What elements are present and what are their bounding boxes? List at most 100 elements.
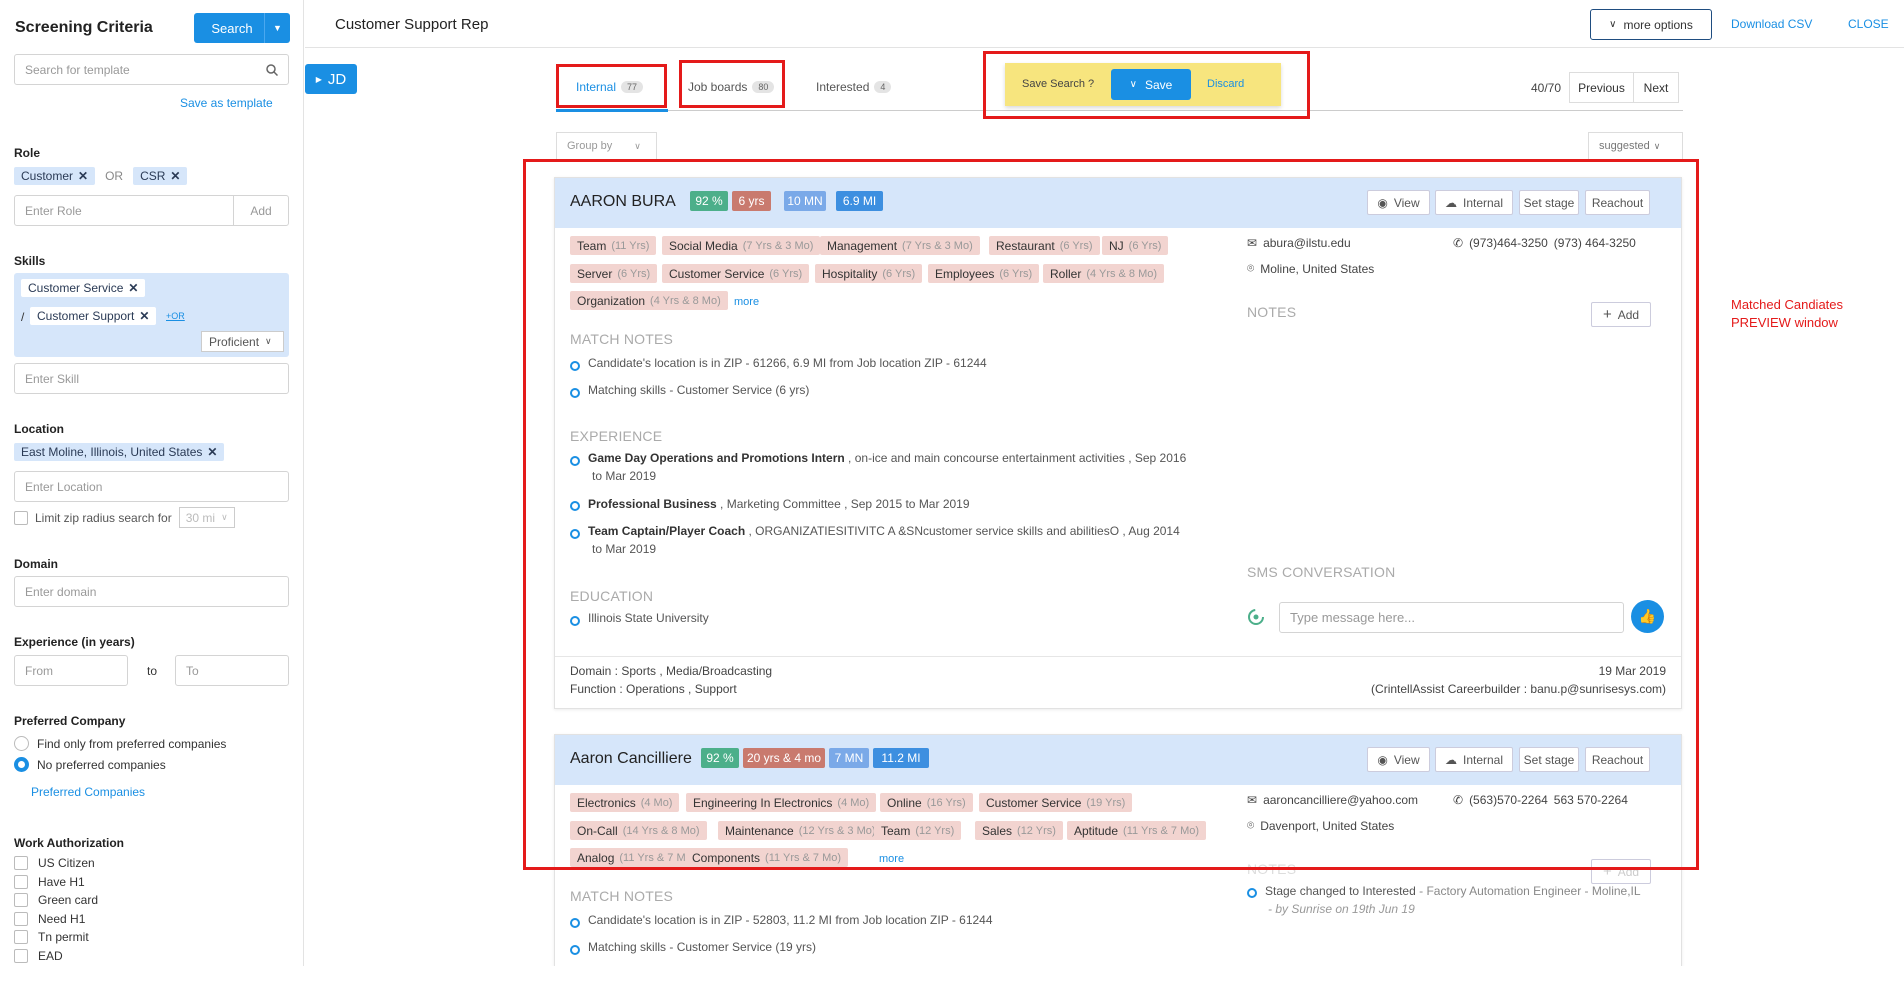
- pagination-controls: Previous Next: [1569, 72, 1679, 103]
- domain-input[interactable]: Enter domain: [14, 576, 289, 607]
- skill-level-value: Proficient: [209, 334, 260, 349]
- location-chip: East Moline, Illinois, United States ✕: [14, 443, 225, 461]
- save-as-template-link[interactable]: Save as template: [180, 96, 273, 110]
- bullet-icon: [570, 945, 580, 955]
- ead-checkbox[interactable]: [14, 948, 28, 963]
- skill-input[interactable]: Enter Skill: [14, 363, 289, 394]
- download-csv-link[interactable]: Download CSV: [1731, 17, 1812, 31]
- annotation-label: Matched Candiates PREVIEW window: [1731, 296, 1843, 332]
- close-link[interactable]: CLOSE: [1848, 17, 1889, 31]
- sort-label: suggested: [1599, 140, 1650, 152]
- jd-button-label: JD: [327, 70, 347, 88]
- previous-label: Previous: [1578, 80, 1625, 95]
- no-preferred-label: No preferred companies: [37, 757, 166, 772]
- location-input[interactable]: Enter Location: [14, 471, 289, 502]
- chevron-down-icon: ∨: [634, 140, 641, 151]
- tn-permit-checkbox[interactable]: [14, 930, 28, 945]
- screening-criteria-sidebar: Screening Criteria Search ▼ Search for t…: [0, 0, 304, 966]
- preferred-companies-link[interactable]: Preferred Companies: [31, 785, 145, 799]
- template-search-input[interactable]: Search for template: [14, 54, 289, 85]
- chevron-down-icon: ∨: [1609, 19, 1617, 30]
- remove-chip-icon[interactable]: ✕: [139, 309, 149, 323]
- role-chip-customer: Customer ✕: [14, 167, 96, 185]
- role-or-text: OR: [105, 169, 124, 183]
- limit-zip-label: Limit zip radius search for: [35, 510, 172, 525]
- previous-button[interactable]: Previous: [1570, 73, 1634, 102]
- preferred-only-radio[interactable]: [14, 736, 29, 751]
- tab-label: Interested: [816, 80, 870, 94]
- tab-interested[interactable]: Interested 4: [816, 80, 892, 94]
- annotation-line-2: PREVIEW window: [1731, 315, 1838, 330]
- more-options-button[interactable]: ∨ more options: [1590, 9, 1712, 40]
- need-h1-checkbox[interactable]: [14, 911, 28, 926]
- tn-permit-label: Tn permit: [38, 930, 89, 945]
- have-h1-checkbox[interactable]: [14, 874, 28, 889]
- limit-zip-checkbox[interactable]: [14, 510, 28, 525]
- green-card-checkbox[interactable]: [14, 893, 28, 908]
- radius-select[interactable]: 30 mi ∨: [178, 507, 235, 528]
- add-role-button[interactable]: Add: [233, 195, 289, 226]
- remove-chip-icon[interactable]: ✕: [170, 169, 180, 183]
- annotation-box-internal-tab: [556, 64, 667, 108]
- experience-label: Experience (in years): [14, 635, 135, 649]
- chevron-down-icon: ∨: [221, 512, 228, 522]
- role-input-placeholder: Enter Role: [25, 203, 82, 218]
- preferred-only-label: Find only from preferred companies: [37, 736, 227, 751]
- location-label: Location: [14, 422, 64, 436]
- need-h1-label: Need H1: [38, 911, 86, 926]
- play-icon: ▶: [315, 74, 322, 84]
- remove-chip-icon[interactable]: ✕: [78, 169, 88, 183]
- sort-select[interactable]: suggested ∨: [1588, 132, 1683, 160]
- search-button-label: Search: [211, 20, 253, 36]
- green-card-label: Green card: [38, 893, 99, 908]
- stage-note-text: Stage changed to Interested: [1265, 884, 1416, 898]
- search-dropdown-icon[interactable]: ▼: [264, 13, 290, 43]
- us-citizen-checkbox[interactable]: [14, 856, 28, 871]
- role-input[interactable]: Enter Role: [14, 195, 234, 226]
- skill-or-link[interactable]: +OR: [166, 311, 185, 321]
- us-citizen-label: US Citizen: [38, 856, 95, 871]
- chevron-down-icon: ∨: [265, 336, 272, 346]
- jd-button[interactable]: ▶ JD: [305, 64, 357, 94]
- match-notes-label: MATCH NOTES: [570, 888, 674, 904]
- skill-chip-customer-support: Customer Support ✕: [30, 307, 157, 325]
- skill-chip-label: Customer Support: [37, 309, 135, 323]
- sidebar-title: Screening Criteria: [15, 19, 153, 36]
- page-title: Customer Support Rep: [335, 16, 489, 33]
- experience-to-placeholder: To: [186, 663, 199, 678]
- stage-note-detail: - Factory Automation Engineer - Moline,I…: [1415, 884, 1641, 898]
- annotation-box-preview-window: [523, 159, 1699, 870]
- remove-chip-icon[interactable]: ✕: [207, 445, 217, 459]
- remove-chip-icon[interactable]: ✕: [128, 281, 138, 295]
- ead-label: EAD: [38, 948, 63, 963]
- experience-to-text: to: [147, 664, 158, 678]
- work-authorization-label: Work Authorization: [14, 836, 124, 850]
- annotation-line-1: Matched Candiates: [1731, 297, 1844, 312]
- role-chip-label: Customer: [21, 169, 74, 183]
- radius-value: 30 mi: [185, 510, 216, 525]
- pagination-range: 40/70: [1531, 81, 1562, 95]
- experience-to-input[interactable]: To: [175, 655, 289, 686]
- group-by-select[interactable]: Group by ∨: [556, 132, 657, 160]
- experience-from-input[interactable]: From: [14, 655, 128, 686]
- next-button[interactable]: Next: [1634, 73, 1678, 102]
- tab-count-badge: 4: [874, 81, 892, 93]
- more-options-label: more options: [1623, 17, 1693, 32]
- location-chip-label: East Moline, Illinois, United States: [21, 445, 203, 459]
- skill-chip-customer-service: Customer Service ✕: [21, 279, 146, 297]
- template-search-placeholder: Search for template: [25, 62, 130, 77]
- role-label: Role: [14, 146, 41, 160]
- skills-box: Customer Service ✕ / Customer Support ✕ +O…: [14, 273, 289, 357]
- skill-input-placeholder: Enter Skill: [25, 371, 80, 386]
- stage-note: Stage changed to Interested - Factory Au…: [1265, 884, 1641, 898]
- no-preferred-radio[interactable]: [14, 757, 29, 772]
- have-h1-label: Have H1: [38, 874, 85, 889]
- domain-label: Domain: [14, 557, 59, 571]
- top-header: Customer Support Rep ∨ more options Downl…: [305, 0, 1904, 48]
- group-by-label: Group by: [567, 140, 613, 152]
- role-chip-csr: CSR ✕: [133, 167, 188, 185]
- page-bottom-whitespace: [0, 966, 1904, 996]
- search-button[interactable]: Search ▼: [194, 13, 290, 43]
- skill-level-select[interactable]: Proficient ∨: [201, 331, 284, 352]
- skill-separator: /: [21, 310, 25, 324]
